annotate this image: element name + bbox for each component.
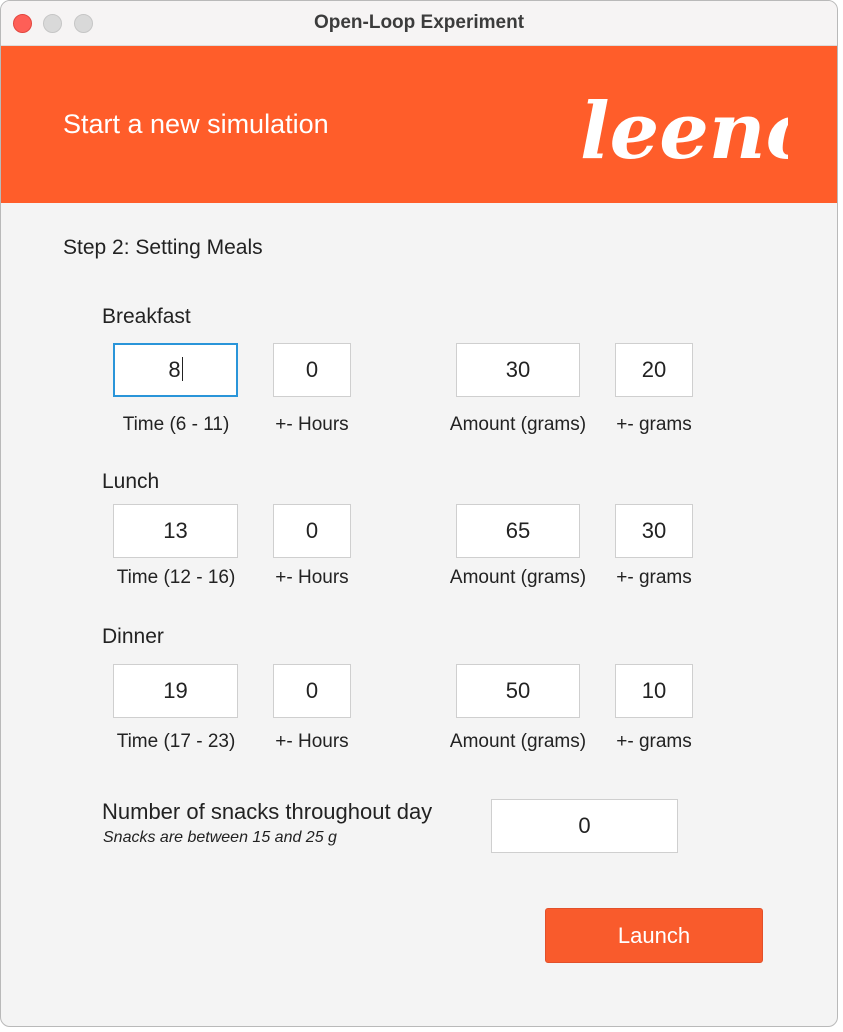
dinner-time-input[interactable]: 19: [113, 664, 238, 718]
header-title: Start a new simulation: [63, 109, 329, 139]
header-banner: Start a new simulation leeno: [1, 46, 837, 203]
dinner-amount-caption: Amount (grams): [449, 731, 587, 752]
lunch-hours-input[interactable]: 0: [273, 504, 351, 558]
breakfast-hours-caption: +- Hours: [275, 414, 349, 435]
snacks-label: Number of snacks throughout day: [102, 799, 433, 824]
title-bar: Open-Loop Experiment: [1, 1, 837, 46]
breakfast-amount-input[interactable]: 30: [456, 343, 580, 397]
launch-button[interactable]: Launch: [545, 908, 763, 963]
divider: [837, 201, 838, 891]
dinner-hours-caption: +- Hours: [275, 731, 349, 752]
snacks-count-input[interactable]: 0: [491, 799, 678, 853]
breakfast-grams-caption: +- grams: [616, 414, 692, 435]
lunch-amount-caption: Amount (grams): [449, 567, 587, 588]
dinner-label: Dinner: [102, 625, 164, 648]
dinner-hours-input[interactable]: 0: [273, 664, 351, 718]
breakfast-amount-caption: Amount (grams): [449, 414, 587, 435]
app-window: Open-Loop Experiment Start a new simulat…: [0, 0, 838, 1027]
leeno-logo: leeno: [580, 86, 788, 176]
breakfast-hours-input[interactable]: 0: [273, 343, 351, 397]
dinner-grams-input[interactable]: 10: [615, 664, 693, 718]
breakfast-time-input[interactable]: 8: [113, 343, 238, 397]
snacks-note: Snacks are between 15 and 25 g: [103, 829, 337, 846]
breakfast-time-value: 8: [168, 357, 181, 382]
leeno-logo-text: leeno: [580, 86, 788, 176]
breakfast-grams-input[interactable]: 20: [615, 343, 693, 397]
dinner-grams-caption: +- grams: [616, 731, 692, 752]
text-caret: [181, 357, 183, 382]
dinner-time-caption: Time (17 - 23): [116, 731, 236, 752]
lunch-label: Lunch: [102, 470, 160, 493]
lunch-time-caption: Time (12 - 16): [116, 567, 236, 588]
window-title: Open-Loop Experiment: [313, 12, 525, 33]
breakfast-label: Breakfast: [102, 305, 191, 328]
lunch-hours-caption: +- Hours: [275, 567, 349, 588]
lunch-amount-input[interactable]: 65: [456, 504, 580, 558]
lunch-grams-caption: +- grams: [616, 567, 692, 588]
breakfast-time-caption: Time (6 - 11): [122, 414, 230, 435]
lunch-grams-input[interactable]: 30: [615, 504, 693, 558]
dinner-amount-input[interactable]: 50: [456, 664, 580, 718]
lunch-time-input[interactable]: 13: [113, 504, 238, 558]
step-title: Step 2: Setting Meals: [63, 236, 263, 259]
